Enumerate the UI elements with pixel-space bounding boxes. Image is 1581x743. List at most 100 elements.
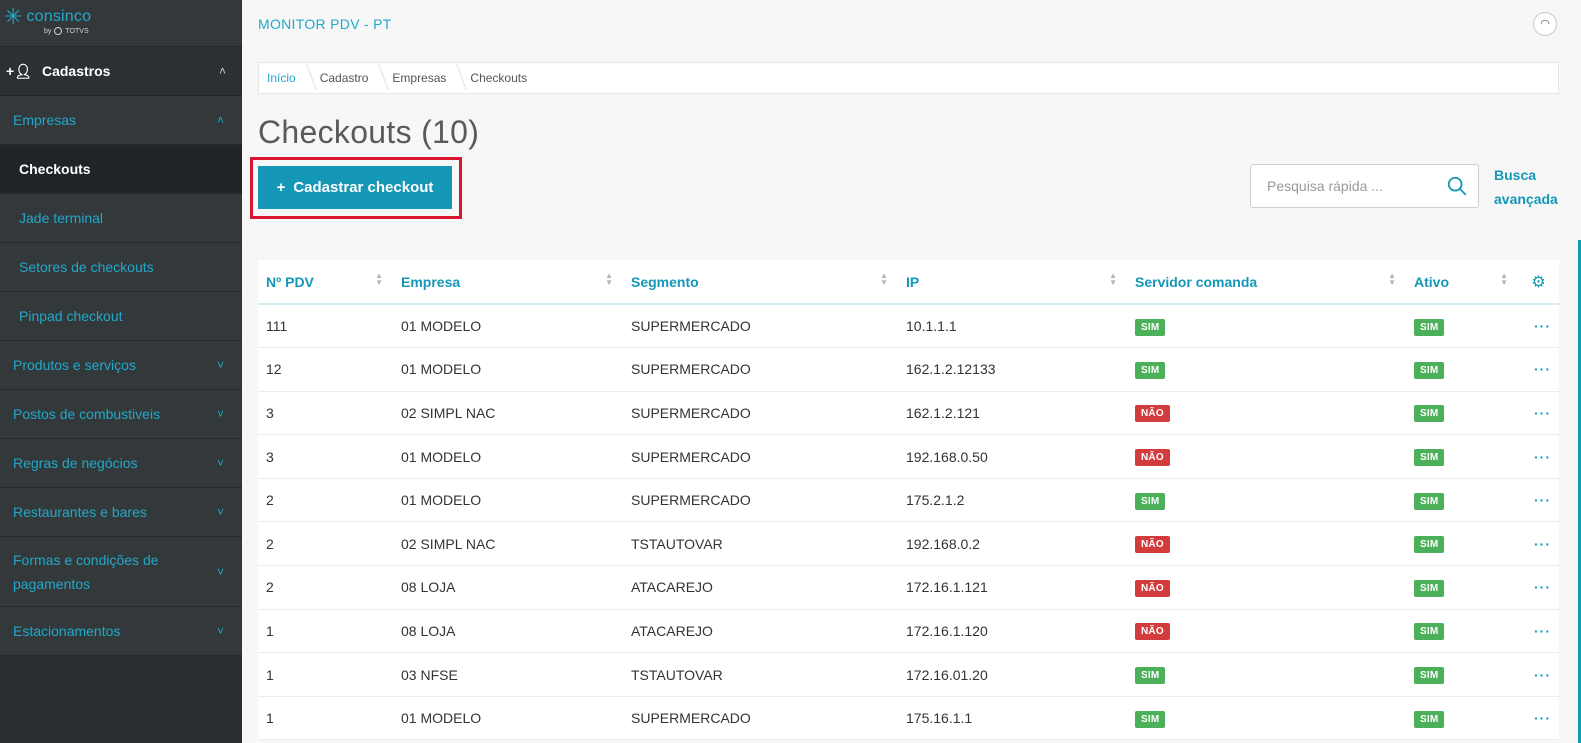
cell-segmento: TSTAUTOVAR [623, 521, 898, 567]
cell-ip: 192.168.0.2 [898, 521, 1127, 567]
sidebar-group-label: Regras de negócios [13, 455, 138, 471]
table-row[interactable]: 2 01 MODELO SUPERMERCADO 175.2.1.2 SIM SIM ··· [258, 478, 1559, 523]
sidebar-group-label: Restaurantes e bares [13, 504, 147, 520]
cell-ip: 175.2.1.2 [898, 478, 1127, 523]
sidebar-section-cadastros[interactable]: +👤︎ Cadastros ˄ [0, 47, 242, 96]
cell-empresa: 01 MODELO [393, 304, 623, 349]
more-dots-icon[interactable]: ··· [1518, 521, 1559, 567]
sidebar-group-postos-de-combustiveis[interactable]: Postos de combustiveis ˅ [0, 390, 242, 439]
table-row[interactable]: 3 02 SIMPL NAC SUPERMERCADO 162.1.2.121 NÃO S… [258, 391, 1559, 436]
cell-segmento: SUPERMERCADO [623, 391, 898, 436]
sidebar-group-regras-de-negocios[interactable]: Regras de negócios ˅ [0, 439, 242, 488]
col-header-pdv[interactable]: Nº PDV ▲ ▼ [258, 260, 393, 305]
more-dots-icon[interactable]: ··· [1518, 434, 1559, 479]
sidebar-group-label: Estacionamentos [13, 623, 121, 639]
sidebar-group-produtos-e-servicos[interactable]: Produtos e serviços ˅ [0, 341, 242, 390]
col-header-label: Segmento [631, 273, 699, 290]
status-badge: NÃO [1135, 405, 1170, 423]
sort-icon: ▲ ▼ [1500, 271, 1508, 287]
cell-segmento: SUPERMERCADO [623, 434, 898, 479]
user-icon[interactable]: ◠ [1533, 11, 1557, 36]
search-input[interactable] [1267, 178, 1437, 194]
table-row[interactable]: 1 08 LOJA ATACAREJO 172.16.1.120 NÃO SIM ··· [258, 609, 1559, 654]
status-badge: SIM [1414, 449, 1445, 467]
logo-subtitle: by TOTVS [44, 27, 89, 35]
status-badge: SIM [1414, 710, 1445, 728]
cell-empresa: 02 SIMPL NAC [393, 521, 623, 567]
cell-empresa: 01 MODELO [393, 347, 623, 392]
breadcrumb-inicio[interactable]: Início [259, 62, 312, 94]
cell-ativo: SIM [1406, 696, 1518, 741]
cell-ip: 192.168.0.50 [898, 434, 1127, 479]
more-dots-icon[interactable]: ··· [1518, 478, 1559, 523]
sidebar-item-setores-de-checkouts[interactable]: Setores de checkouts [0, 243, 242, 292]
consinco-logo-icon: ✳ [4, 4, 23, 29]
add-checkout-label: Cadastrar checkout [293, 179, 434, 196]
col-header-segmento[interactable]: Segmento ▲ ▼ [623, 260, 898, 305]
status-badge: NÃO [1135, 623, 1170, 641]
cell-servidor: SIM [1127, 478, 1406, 523]
breadcrumb-checkouts: Checkouts [470, 71, 528, 85]
sidebar-group-restaurantes-e-bares[interactable]: Restaurantes e bares ˅ [0, 488, 242, 537]
cell-ativo: SIM [1406, 565, 1518, 610]
search-icon[interactable] [1446, 175, 1468, 197]
cell-ativo: SIM [1406, 609, 1518, 654]
quick-search[interactable] [1250, 164, 1479, 208]
cell-segmento: ATACAREJO [623, 565, 898, 610]
cell-segmento: TSTAUTOVAR [623, 652, 898, 697]
sidebar-item-jade-terminal[interactable]: Jade terminal [0, 194, 242, 243]
logo[interactable]: ✳ consinco by TOTVS [0, 0, 242, 47]
more-dots-icon[interactable]: ··· [1518, 652, 1559, 697]
sidebar-item-pinpad-checkout[interactable]: Pinpad checkout [0, 292, 242, 341]
col-header-servidor-comanda[interactable]: Servidor comanda ▲ ▼ [1127, 260, 1406, 305]
table-header-row: Nº PDV ▲ ▼ Empresa ▲ ▼ Segmento ▲ ▼ IP ▲ ▼ Servi… [258, 260, 1559, 305]
cell-servidor: NÃO [1127, 609, 1406, 654]
status-badge: SIM [1135, 667, 1166, 685]
cell-segmento: SUPERMERCADO [623, 478, 898, 523]
table-row[interactable]: 3 01 MODELO SUPERMERCADO 192.168.0.50 NÃO SIM… [258, 434, 1559, 479]
sidebar-group-label: Empresas [13, 112, 77, 128]
add-user-icon: +👤︎ [6, 62, 32, 79]
more-dots-icon[interactable]: ··· [1518, 304, 1559, 349]
plus-icon: + [276, 179, 286, 196]
add-checkout-button[interactable]: + Cadastrar checkout [258, 166, 452, 209]
more-dots-icon[interactable]: ··· [1518, 391, 1559, 436]
chevron-down-icon: ˅ [216, 624, 224, 638]
cell-pdv: 3 [258, 391, 393, 436]
more-dots-icon[interactable]: ··· [1518, 347, 1559, 392]
sidebar-group-estacionamentos[interactable]: Estacionamentos ˅ [0, 607, 242, 656]
col-header-ativo[interactable]: Ativo ▲ ▼ [1406, 260, 1518, 305]
cell-servidor: NÃO [1127, 521, 1406, 567]
topbar: MONITOR PDV - PT ◠ [242, 0, 1581, 47]
sidebar-item-checkouts[interactable]: Checkouts [0, 145, 242, 194]
more-dots-icon[interactable]: ··· [1518, 609, 1559, 654]
chevron-down-icon: ˅ [216, 564, 224, 579]
table-row[interactable]: 2 08 LOJA ATACAREJO 172.16.1.121 NÃO SIM ··· [258, 565, 1559, 610]
table-row[interactable]: 111 01 MODELO SUPERMERCADO 10.1.1.1 SIM SIM ··… [258, 304, 1559, 349]
cell-ativo: SIM [1406, 347, 1518, 392]
table-row[interactable]: 1 03 NFSE TSTAUTOVAR 172.16.01.20 SIM SIM ··· [258, 652, 1559, 697]
more-dots-icon[interactable]: ··· [1518, 565, 1559, 610]
table-row[interactable]: 12 01 MODELO SUPERMERCADO 162.1.2.12133 SIM S… [258, 347, 1559, 392]
gear-icon[interactable]: ⚙ [1518, 260, 1559, 305]
more-dots-icon[interactable]: ··· [1518, 696, 1559, 741]
cell-empresa: 02 SIMPL NAC [393, 391, 623, 436]
cell-ativo: SIM [1406, 434, 1518, 479]
table-row[interactable]: 1 01 MODELO SUPERMERCADO 175.16.1.1 SIM SIM ··… [258, 696, 1559, 741]
cell-pdv: 1 [258, 652, 393, 697]
chevron-down-icon: ˅ [216, 505, 224, 519]
cell-empresa: 01 MODELO [393, 478, 623, 523]
sort-icon: ▲ ▼ [605, 271, 613, 287]
cell-empresa: 08 LOJA [393, 565, 623, 610]
col-header-ip[interactable]: IP ▲ ▼ [898, 260, 1127, 305]
sidebar-group-formas-e-condicoes[interactable]: Formas e condições de pagamentos ˅ [0, 537, 242, 607]
cell-pdv: 1 [258, 609, 393, 654]
cell-empresa: 03 NFSE [393, 652, 623, 697]
table-row[interactable]: 2 02 SIMPL NAC TSTAUTOVAR 192.168.0.2 NÃO SIM… [258, 521, 1559, 567]
cell-pdv: 3 [258, 434, 393, 479]
sidebar-group-label: Postos de combustiveis [13, 406, 161, 422]
chevron-down-icon: ˅ [216, 407, 224, 421]
sidebar-group-empresas[interactable]: Empresas ˄ [0, 96, 242, 145]
advanced-search-link[interactable]: Busca avançada [1494, 163, 1564, 211]
col-header-empresa[interactable]: Empresa ▲ ▼ [393, 260, 623, 305]
